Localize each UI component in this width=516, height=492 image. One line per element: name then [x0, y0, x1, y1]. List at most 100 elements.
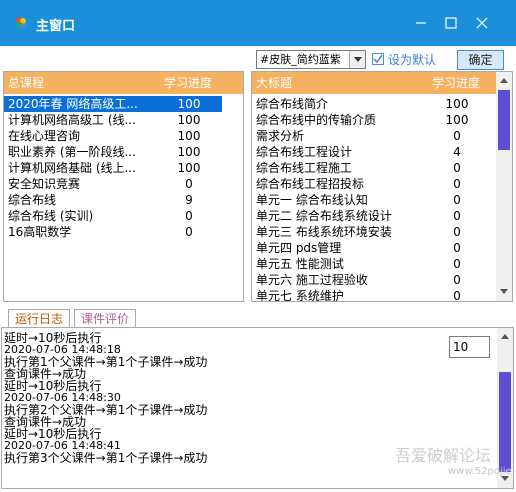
- row-progress: 9: [185, 193, 193, 207]
- row-name: 16高职数学: [8, 225, 72, 239]
- tab-courseware-review[interactable]: 课件评价: [74, 309, 137, 328]
- header-title[interactable]: 大标题: [256, 72, 292, 94]
- row-name: 综合布线工程招投标: [256, 177, 365, 191]
- scroll-thumb[interactable]: [498, 90, 510, 150]
- scroll-up-icon[interactable]: [496, 74, 512, 88]
- table-row[interactable]: 单元二 综合布线系统设计 0: [252, 208, 496, 224]
- row-name: 综合布线工程施工: [256, 161, 353, 175]
- row-progress: 0: [453, 257, 461, 271]
- scroll-up-icon[interactable]: [497, 330, 513, 344]
- row-progress: 100: [177, 113, 201, 127]
- table-row[interactable]: 职业素养 (第一阶段线... 100: [4, 144, 222, 160]
- watermark: 吾爱破解论坛: [395, 446, 492, 465]
- table-row[interactable]: 计算机网络高级工 (线... 100: [4, 112, 222, 128]
- row-progress: 0: [185, 225, 193, 239]
- row-progress: 100: [445, 97, 469, 111]
- chapter-table: 大标题 学习进度 综合布线简介 100 综合布线中的传输介质 100 需求分析 0 综合布线…: [251, 71, 513, 302]
- course-table-header: 总课程 学习进度: [4, 72, 243, 94]
- log-scrollbar[interactable]: [497, 328, 513, 488]
- skin-select-value: #皮肤_简约蓝紫: [260, 53, 341, 66]
- row-name: 单元三 布线系统环境安装: [256, 225, 392, 239]
- table-row[interactable]: 综合布线中的传输介质 100: [252, 112, 496, 128]
- skin-select[interactable]: #皮肤_简约蓝紫: [256, 50, 366, 69]
- table-row[interactable]: 综合布线工程施工 0: [252, 160, 496, 176]
- table-row[interactable]: 单元五 性能测试 0: [252, 256, 496, 272]
- title-bar: 主窗口: [0, 0, 516, 46]
- row-name: 2020年春 网络高级工...: [8, 97, 138, 111]
- table-row[interactable]: 需求分析 0: [252, 128, 496, 144]
- check-icon: [373, 54, 383, 64]
- table-row[interactable]: 单元一 综合布线认知 0: [252, 192, 496, 208]
- course-table: 总课程 学习进度 2020年春 网络高级工... 100 计算机网络高级工 (线..…: [3, 71, 244, 302]
- row-name: 需求分析: [256, 129, 305, 143]
- row-progress: 100: [177, 161, 201, 175]
- row-name: 单元一 综合布线认知: [256, 193, 368, 207]
- table-row[interactable]: 安全知识竞赛 0: [4, 176, 222, 192]
- confirm-button[interactable]: 确定: [457, 50, 504, 70]
- row-name: 综合布线: [8, 193, 57, 207]
- row-progress: 0: [453, 193, 461, 207]
- scroll-down-icon[interactable]: [496, 285, 512, 299]
- table-row[interactable]: 单元四 pds管理 0: [252, 240, 496, 256]
- row-name: 综合布线简介: [256, 97, 329, 111]
- scroll-thumb[interactable]: [499, 372, 511, 472]
- row-progress: 0: [453, 273, 461, 287]
- chevron-down-icon[interactable]: [349, 51, 365, 68]
- row-name: 计算机网络基础 (线上...: [8, 161, 136, 175]
- chapter-scrollbar[interactable]: [496, 72, 512, 301]
- close-icon: [476, 17, 488, 29]
- chapter-table-header: 大标题 学习进度: [252, 72, 496, 94]
- table-row[interactable]: 2020年春 网络高级工... 100: [4, 96, 222, 112]
- table-row[interactable]: 综合布线工程招投标 0: [252, 176, 496, 192]
- table-row[interactable]: 单元六 施工过程验收 0: [252, 272, 496, 288]
- row-name: 计算机网络高级工 (线...: [8, 113, 136, 127]
- table-row[interactable]: 综合布线 (实训) 0: [4, 208, 222, 224]
- table-row[interactable]: 在线心理咨询 100: [4, 128, 222, 144]
- row-progress: 100: [177, 97, 201, 111]
- row-progress: 0: [453, 161, 461, 175]
- maximize-icon: [445, 17, 457, 29]
- row-name: 单元六 施工过程验收: [256, 273, 368, 287]
- table-row[interactable]: 综合布线简介 100: [252, 96, 496, 112]
- table-row[interactable]: 综合布线工程设计 4: [252, 144, 496, 160]
- row-progress: 100: [177, 145, 201, 159]
- row-progress: 0: [453, 177, 461, 191]
- header-course[interactable]: 总课程: [8, 72, 44, 94]
- row-name: 综合布线工程设计: [256, 145, 353, 159]
- row-name: 单元七 系统维护: [256, 289, 344, 302]
- window-title: 主窗口: [36, 19, 76, 34]
- row-progress: 4: [453, 145, 461, 159]
- row-progress: 0: [453, 289, 461, 302]
- delay-input[interactable]: 10: [449, 336, 490, 358]
- table-row[interactable]: 综合布线 9: [4, 192, 222, 208]
- table-row[interactable]: 16高职数学 0: [4, 224, 222, 240]
- row-name: 单元四 pds管理: [256, 241, 342, 255]
- row-progress: 0: [453, 225, 461, 239]
- table-row[interactable]: 单元三 布线系统环境安装 0: [252, 224, 496, 240]
- close-button[interactable]: [467, 9, 497, 37]
- row-name: 单元二 综合布线系统设计: [256, 209, 392, 223]
- header-progress[interactable]: 学习进度: [432, 72, 480, 94]
- set-default-checkbox[interactable]: [372, 53, 384, 65]
- row-progress: 100: [177, 129, 201, 143]
- table-row[interactable]: 计算机网络基础 (线上... 100: [4, 160, 222, 176]
- row-progress: 0: [453, 129, 461, 143]
- tab-run-log[interactable]: 运行日志: [8, 309, 71, 328]
- row-name: 综合布线 (实训): [8, 209, 94, 223]
- watermark-url: www.52pojie.cn: [448, 466, 516, 477]
- row-name: 职业素养 (第一阶段线...: [8, 145, 136, 159]
- minimize-icon: [416, 22, 426, 24]
- header-progress[interactable]: 学习进度: [164, 72, 212, 94]
- row-name: 在线心理咨询: [8, 129, 81, 143]
- maximize-button[interactable]: [436, 9, 466, 37]
- row-progress: 0: [185, 177, 193, 191]
- set-default-label: 设为默认: [388, 53, 437, 67]
- minimize-button[interactable]: [406, 9, 436, 37]
- app-logo-icon: [16, 17, 27, 29]
- row-progress: 0: [453, 241, 461, 255]
- table-row[interactable]: 单元七 系统维护 0: [252, 288, 496, 302]
- log-line: 执行第3个父课件→第1个子课件→成功: [4, 451, 208, 465]
- row-progress: 100: [445, 113, 469, 127]
- row-name: 综合布线中的传输介质: [256, 113, 377, 127]
- row-progress: 0: [185, 209, 193, 223]
